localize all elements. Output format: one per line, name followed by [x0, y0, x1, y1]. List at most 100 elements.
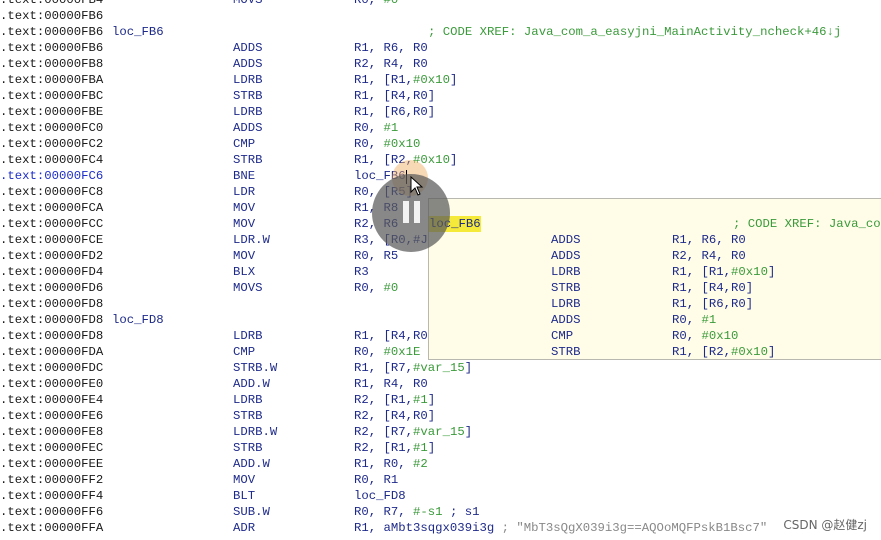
operand-text: R2, [R1,	[354, 441, 414, 455]
immediate-operand: #var_15	[413, 361, 465, 375]
operands: R1, R0, #2	[354, 456, 428, 472]
mnemonic: BNE	[233, 169, 256, 183]
listing-line[interactable]: .text:00000FB6	[0, 8, 881, 24]
listing-line[interactable]: .text:00000FF2 MOV R0, R1	[0, 472, 881, 488]
mnemonic: STRB	[233, 441, 263, 455]
listing-line[interactable]: .text:00000FB6 loc_FB6 ; CODE XREF: Java_c…	[0, 24, 881, 40]
mnemonic: STRB	[233, 409, 263, 423]
mnemonic: LDRB	[233, 329, 263, 343]
operand-text: R1, R0,	[354, 457, 414, 471]
operand-text: ]	[767, 345, 776, 359]
operand-text: R1, [R4,R0	[354, 329, 428, 343]
operands: R0, R7, #-s1 ; s1	[354, 504, 479, 520]
address: .text:00000FFA	[0, 521, 104, 535]
operands: R1, R6, R0	[354, 40, 428, 56]
immediate-operand: #0	[383, 281, 399, 295]
immediate-operand: #1	[413, 441, 428, 455]
operands: R0, #0x10	[354, 136, 420, 152]
listing-line[interactable]: .text:00000FE8 LDRB.W R2, [R7,#var_15]	[0, 424, 881, 440]
address: .text:00000FEE	[0, 457, 104, 471]
code-label[interactable]: loc_FD8	[112, 312, 164, 328]
watermark: CSDN @赵健zj	[783, 518, 867, 532]
address: .text:00000FDA	[0, 345, 104, 359]
operand-text: R1, [R4,R0]	[354, 89, 436, 103]
operands: R1, R4, R0	[354, 376, 428, 392]
operand-text: R0, R5	[354, 249, 399, 263]
listing-line[interactable]: .text:00000FF6 SUB.W R0, R7, #-s1 ; s1	[0, 504, 881, 520]
listing-line[interactable]: .text:00000FF4 BLT loc_FD8	[0, 488, 881, 504]
operand-text: R0, R1	[354, 473, 399, 487]
operand-text: R0,	[672, 329, 702, 343]
tooltip-line[interactable]: loc_FB6; CODE XREF: Java_co	[429, 216, 881, 232]
address: .text:00000FF6	[0, 505, 104, 519]
listing-line[interactable]: .text:00000FBA LDRB R1, [R1,#0x10]	[0, 72, 881, 88]
listing-line[interactable]: .text:00000FE4 LDRB R2, [R1,#1]	[0, 392, 881, 408]
tooltip-line[interactable]: LDRB R1, [R6,R0]	[429, 296, 881, 312]
address: .text:00000FC2	[0, 137, 104, 151]
address: .text:00000FE6	[0, 409, 104, 423]
operands: R1, aMbt3sqgx039i3g ; "MbT3sQgX039i3g==A…	[354, 520, 767, 536]
tooltip-line[interactable]: STRB R1, [R2,#0x10]	[429, 344, 881, 360]
listing-line[interactable]: .text:00000FB4 MOVS R0, #0	[0, 0, 881, 8]
mnemonic: STRB	[233, 153, 263, 167]
address: .text:00000FD8	[0, 329, 104, 343]
comment: ; CODE XREF: Java_co	[733, 217, 881, 231]
mnemonic: SUB.W	[233, 505, 270, 519]
mnemonic: BLT	[233, 489, 256, 503]
operands: R0, R1	[354, 472, 398, 488]
operands: R2, [R7,#var_15]	[354, 424, 472, 440]
immediate-operand: #0	[383, 0, 399, 7]
tooltip-line[interactable]: ADDS R1, R6, R0	[429, 232, 881, 248]
immediate-operand: #1	[383, 121, 399, 135]
tooltip-line[interactable]: ADDS R2, R4, R0	[429, 248, 881, 264]
operand-text: R1, aMbt3sqgx039i3g	[354, 521, 502, 535]
address: .text:00000FE4	[0, 393, 104, 407]
mnemonic: ADDS	[233, 57, 263, 71]
listing-line[interactable]: .text:00000FC6 BNE loc_FB6	[0, 168, 881, 184]
address: .text:00000FBE	[0, 105, 104, 119]
mnemonic: STRB.W	[233, 361, 278, 375]
mnemonic: STRB	[551, 345, 581, 359]
code-label[interactable]: loc_FB6	[112, 24, 164, 40]
listing-line[interactable]: .text:00000FE0 ADD.W R1, R4, R0	[0, 376, 881, 392]
operands: R1, [R4,R0]	[672, 280, 753, 296]
mnemonic: MOV	[233, 217, 256, 231]
mnemonic: MOV	[233, 249, 256, 263]
listing-line[interactable]: .text:00000FBE LDRB R1, [R6,R0]	[0, 104, 881, 120]
tooltip-line[interactable]: LDRB R1, [R1,#0x10]	[429, 264, 881, 280]
operand-text: R0, R7,	[354, 505, 414, 519]
immediate-operand: #-s1	[413, 505, 443, 519]
address: .text:00000FC4	[0, 153, 104, 167]
listing-line[interactable]: .text:00000FB8 ADDS R2, R4, R0	[0, 56, 881, 72]
mouse-cursor-icon	[410, 176, 424, 196]
operand-text: R2, R4, R0	[354, 57, 428, 71]
operand-text: R3	[354, 265, 369, 279]
address: .text:00000FD8	[0, 297, 104, 311]
immediate-operand: #0x10	[383, 137, 421, 151]
tooltip-line[interactable]: STRB R1, [R4,R0]	[429, 280, 881, 296]
immediate-operand: #1	[701, 313, 717, 327]
tooltip-line[interactable]: ADDS R0, #1	[429, 312, 881, 328]
listing-line[interactable]: .text:00000FBC STRB R1, [R4,R0]	[0, 88, 881, 104]
operands: R0, #0	[354, 0, 398, 8]
listing-line[interactable]: .text:00000FB6 ADDS R1, R6, R0	[0, 40, 881, 56]
operands: R2, [R4,R0]	[354, 408, 435, 424]
listing-line[interactable]: .text:00000FEE ADD.W R1, R0, #2	[0, 456, 881, 472]
immediate-operand: #1	[413, 393, 428, 407]
listing-line[interactable]: .text:00000FEC STRB R2, [R1,#1]	[0, 440, 881, 456]
operands: R0, #0	[354, 280, 398, 296]
operand-text: R1, [R1,	[354, 73, 414, 87]
listing-line[interactable]: .text:00000FDC STRB.W R1, [R7,#var_15]	[0, 360, 881, 376]
operands: R3	[354, 264, 369, 280]
listing-line[interactable]: .text:00000FC0 ADDS R0, #1	[0, 120, 881, 136]
tooltip-line[interactable]: CMP R0, #0x10	[429, 328, 881, 344]
mnemonic: MOVS	[233, 281, 263, 295]
operand-text: R1, [R6,R0]	[672, 297, 754, 311]
mnemonic: LDR	[233, 185, 256, 199]
listing-line[interactable]: .text:00000FFA ADR R1, aMbt3sqgx039i3g ; "…	[0, 520, 881, 536]
listing-line[interactable]: .text:00000FC4 STRB R1, [R2,#0x10]	[0, 152, 881, 168]
operands: R2, R4, R0	[672, 248, 746, 264]
operand-text: ]	[767, 265, 776, 279]
listing-line[interactable]: .text:00000FE6 STRB R2, [R4,R0]	[0, 408, 881, 424]
listing-line[interactable]: .text:00000FC2 CMP R0, #0x10	[0, 136, 881, 152]
